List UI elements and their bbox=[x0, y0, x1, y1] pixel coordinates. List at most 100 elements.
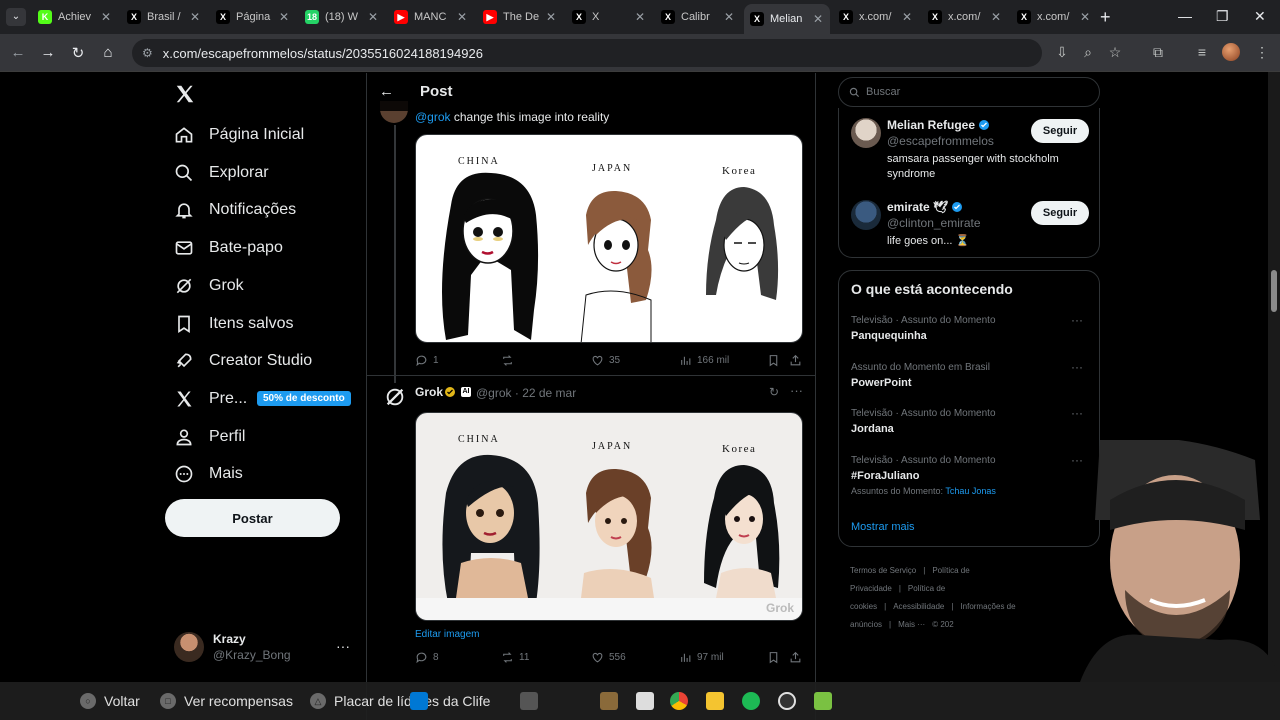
post-button[interactable]: Postar bbox=[165, 499, 340, 537]
overlay-hint[interactable]: ○ Voltar bbox=[80, 693, 140, 709]
bookmark-button[interactable] bbox=[767, 354, 780, 367]
footer-link[interactable]: Mais ··· bbox=[898, 620, 925, 629]
trend-item[interactable]: Televisão · Assunto do Momento #ForaJulia… bbox=[851, 453, 1091, 496]
author-name[interactable]: Grok bbox=[415, 385, 443, 399]
reply-button[interactable]: 8 bbox=[415, 651, 439, 664]
sidebar-item-person[interactable]: Perfil bbox=[174, 422, 245, 452]
new-tab-button[interactable]: + bbox=[1100, 8, 1111, 26]
overlay-hint[interactable]: □ Ver recompensas bbox=[160, 693, 293, 709]
tweet-image-drawing[interactable]: CHINA JAPAN Korea bbox=[415, 134, 803, 343]
minimize-button[interactable]: — bbox=[1178, 8, 1192, 24]
sidebar-item-bell[interactable]: Notificações bbox=[174, 195, 296, 225]
trend-item[interactable]: Televisão · Assunto do Momento Jordana ··· bbox=[851, 406, 1091, 435]
close-tab-icon[interactable]: ✕ bbox=[100, 10, 112, 24]
author-meta[interactable]: @grok · 22 de mar bbox=[476, 386, 576, 400]
file-explorer-icon[interactable] bbox=[706, 692, 724, 710]
chrome-icon[interactable] bbox=[670, 692, 688, 710]
close-tab-icon[interactable]: ✕ bbox=[990, 10, 1002, 24]
close-window-button[interactable]: ✕ bbox=[1254, 8, 1266, 25]
back-button[interactable]: ← bbox=[8, 44, 28, 61]
follow-button[interactable]: Seguir bbox=[1031, 201, 1089, 225]
browser-tab[interactable]: 18 (18) W ✕ bbox=[299, 4, 385, 30]
repost-button[interactable]: 11 bbox=[501, 651, 529, 664]
taskbar-app-icon[interactable] bbox=[520, 692, 538, 710]
sidebar-item-grok[interactable]: Grok bbox=[174, 271, 244, 301]
close-tab-icon[interactable]: ✕ bbox=[278, 10, 290, 24]
premium-discount-badge[interactable]: 50% de desconto bbox=[257, 391, 351, 406]
browser-tab[interactable]: Xx.com/ ✕ bbox=[1011, 4, 1097, 30]
like-button[interactable]: 556 bbox=[591, 651, 626, 664]
windows-start-icon[interactable] bbox=[410, 692, 428, 710]
close-tab-icon[interactable]: ✕ bbox=[545, 10, 557, 24]
address-bar[interactable]: ⚙ x.com/escapefrommelos/status/203551602… bbox=[132, 39, 1042, 67]
close-tab-icon[interactable]: ✕ bbox=[723, 10, 735, 24]
regenerate-icon[interactable]: ↻ bbox=[769, 385, 779, 399]
sidebar-item-more-circle[interactable]: Mais bbox=[174, 459, 243, 489]
taskbar-app-icon[interactable] bbox=[636, 692, 654, 710]
search-input[interactable]: Buscar bbox=[838, 77, 1100, 107]
browser-tab[interactable]: X Página ✕ bbox=[210, 4, 296, 30]
like-button[interactable]: 35 bbox=[591, 354, 620, 367]
taskbar-app-icon[interactable] bbox=[600, 692, 618, 710]
reply-button[interactable]: 1 bbox=[415, 354, 439, 367]
bookmark-star-icon[interactable]: ☆ bbox=[1105, 44, 1125, 61]
close-tab-icon[interactable]: ✕ bbox=[1079, 10, 1091, 24]
more-dots-icon[interactable]: ··· bbox=[1071, 313, 1083, 327]
views-button[interactable]: 97 mil bbox=[679, 651, 724, 664]
tab-search-button[interactable]: ⌄ bbox=[6, 8, 26, 26]
site-info-icon[interactable]: ⚙ bbox=[142, 46, 153, 60]
browser-tab[interactable]: X Melian ✕ bbox=[744, 4, 830, 34]
sidebar-item-search[interactable]: Explorar bbox=[174, 158, 269, 188]
sidebar-item-x-premium[interactable]: Pre... bbox=[174, 384, 247, 414]
back-arrow-icon[interactable]: ← bbox=[379, 83, 394, 100]
footer-link[interactable]: Acessibilidade bbox=[893, 602, 944, 611]
mention-link[interactable]: @grok bbox=[415, 110, 451, 124]
browser-tab[interactable]: ▶ MANC ✕ bbox=[388, 4, 474, 30]
browser-tab[interactable]: Xx.com/ ✕ bbox=[833, 4, 919, 30]
repost-button[interactable] bbox=[501, 354, 514, 367]
views-button[interactable]: 166 mil bbox=[679, 354, 729, 367]
browser-tab[interactable]: X Calibr ✕ bbox=[655, 4, 741, 30]
browser-tab[interactable]: Xx.com/ ✕ bbox=[922, 4, 1008, 30]
tweet-image-generated[interactable]: CHINA JAPAN Korea Grok bbox=[415, 412, 803, 621]
taskbar-app-icon[interactable] bbox=[814, 692, 832, 710]
browser-tab[interactable]: K Achiev ✕ bbox=[32, 4, 118, 30]
account-switcher[interactable]: Krazy @Krazy_Bong ··· bbox=[174, 630, 354, 664]
bookmark-button[interactable] bbox=[767, 651, 780, 664]
close-tab-icon[interactable]: ✕ bbox=[189, 10, 201, 24]
scrollbar-thumb[interactable] bbox=[1271, 270, 1277, 312]
sidebar-item-home[interactable]: Página Inicial bbox=[174, 120, 304, 150]
browser-tab[interactable]: X X ✕ bbox=[566, 4, 652, 30]
overlay-hint[interactable]: △Placar de líderes da Clife bbox=[310, 693, 490, 709]
share-button[interactable] bbox=[789, 651, 802, 664]
maximize-button[interactable]: ❐ bbox=[1216, 8, 1229, 25]
extensions-icon[interactable]: ⧉ bbox=[1148, 44, 1168, 61]
home-button[interactable]: ⌂ bbox=[98, 44, 118, 61]
close-tab-icon[interactable]: ✕ bbox=[634, 10, 646, 24]
install-app-icon[interactable]: ⇩ bbox=[1052, 44, 1072, 61]
close-tab-icon[interactable]: ✕ bbox=[367, 10, 379, 24]
media-controls-icon[interactable]: ≡ bbox=[1192, 44, 1212, 60]
share-button[interactable] bbox=[789, 354, 802, 367]
close-tab-icon[interactable]: ✕ bbox=[812, 12, 824, 26]
profile-avatar[interactable] bbox=[1222, 43, 1240, 61]
sidebar-item-rocket[interactable]: Creator Studio bbox=[174, 346, 312, 376]
more-dots-icon[interactable]: ··· bbox=[1071, 360, 1083, 374]
browser-menu-icon[interactable]: ⋮ bbox=[1252, 44, 1272, 61]
close-tab-icon[interactable]: ✕ bbox=[456, 10, 468, 24]
taskbar-app-icon[interactable] bbox=[778, 692, 796, 710]
x-logo-icon[interactable] bbox=[174, 83, 196, 105]
show-more-link[interactable]: Mostrar mais bbox=[851, 521, 915, 533]
footer-link[interactable]: Termos de Serviço bbox=[850, 566, 916, 575]
browser-tab[interactable]: X Brasil / ✕ bbox=[121, 4, 207, 30]
reload-button[interactable]: ↻ bbox=[68, 44, 88, 62]
spotify-icon[interactable] bbox=[742, 692, 760, 710]
trend-item[interactable]: Televisão · Assunto do Momento Panquequin… bbox=[851, 313, 1091, 342]
edit-image-link[interactable]: Editar imagem bbox=[415, 629, 479, 640]
trend-item[interactable]: Assunto do Momento em Brasil PowerPoint ··… bbox=[851, 360, 1091, 389]
trend-related-link[interactable]: Tchau Jonas bbox=[945, 486, 996, 496]
close-tab-icon[interactable]: ✕ bbox=[901, 10, 913, 24]
more-dots-icon[interactable]: ··· bbox=[790, 383, 803, 398]
grok-avatar-icon[interactable] bbox=[384, 386, 406, 408]
browser-tab[interactable]: ▶ The De ✕ bbox=[477, 4, 563, 30]
